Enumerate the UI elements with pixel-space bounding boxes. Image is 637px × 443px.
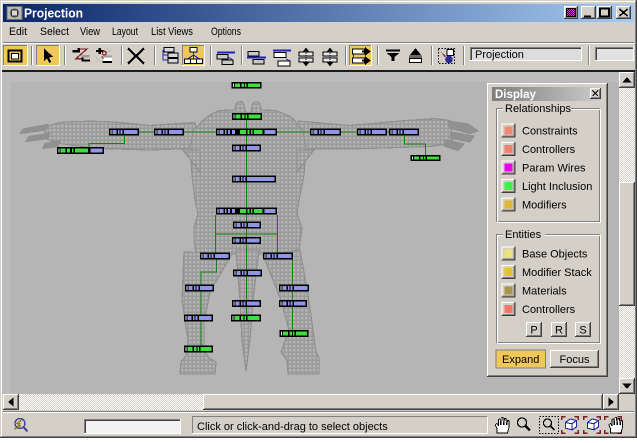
svg-text:Layout: Layout [112,26,138,38]
svg-text:Click or click-and-drag to sel: Click or click-and-drag to select object… [197,421,388,433]
svg-text:Materials: Materials [522,286,567,298]
svg-text:Controllers: Controllers [522,304,576,316]
svg-text:Relationships: Relationships [505,103,572,115]
svg-text:S: S [579,325,586,337]
svg-text:Focus: Focus [560,354,590,366]
svg-text:Projection: Projection [24,7,83,21]
svg-text:Modifier Stack: Modifier Stack [522,267,592,279]
svg-text:Edit: Edit [9,26,27,38]
svg-text:View: View [80,26,100,38]
svg-text:List Views: List Views [151,26,193,38]
svg-text:Constraints: Constraints [522,126,578,138]
svg-text:Projection: Projection [475,49,524,61]
svg-text:Display: Display [495,89,537,101]
svg-text:Param Wires: Param Wires [522,163,586,175]
svg-text:Options: Options [211,26,241,38]
svg-text:Base Objects: Base Objects [522,249,588,261]
svg-text:R: R [555,325,563,337]
svg-text:Controllers: Controllers [522,144,576,156]
svg-text:P: P [530,325,537,337]
svg-text:Light Inclusion: Light Inclusion [522,181,592,193]
svg-text:Modifiers: Modifiers [522,200,567,212]
svg-text:Expand: Expand [502,354,539,366]
svg-text:Select: Select [40,26,69,38]
svg-text:Entities: Entities [505,229,542,241]
